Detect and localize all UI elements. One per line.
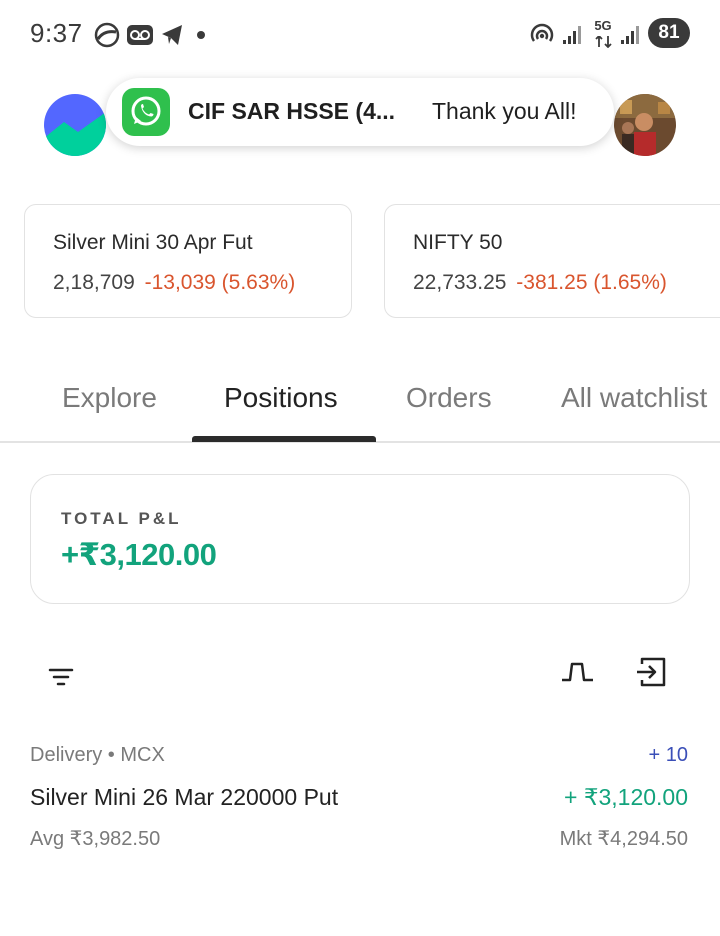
active-tab-indicator [192, 436, 376, 442]
total-pnl-card: TOTAL P&L +₹3,120.00 [30, 474, 690, 604]
avatar[interactable] [614, 94, 676, 156]
position-quantity: + 10 [648, 744, 688, 766]
position-instrument: Silver Mini 26 Mar 220000 Put [30, 784, 339, 810]
ticker-name: NIFTY 50 [413, 231, 503, 254]
position-market-price: Mkt ₹4,294.50 [559, 828, 688, 850]
notification-message: Thank you All! [432, 98, 577, 124]
ticker-card-silver[interactable]: Silver Mini 30 Apr Fut 2,18,709 -13,039 … [24, 204, 352, 318]
data-arrows-icon [595, 36, 612, 48]
ticker-price: 22,733.25 [413, 271, 507, 294]
hotspot-icon [530, 23, 554, 42]
voicemail-icon [127, 25, 153, 45]
whatsapp-notification[interactable]: CIF SAR HSSE (4... Thank you All! [106, 78, 614, 146]
ticker-price: 2,18,709 [53, 271, 135, 294]
tab-all-watchlist[interactable]: All watchlist [561, 382, 707, 414]
notification-title: CIF SAR HSSE (4... [188, 98, 396, 124]
network-type: 5G [594, 18, 612, 33]
dot-icon [197, 31, 205, 39]
status-bar: 9:37 5G 81 [0, 0, 720, 68]
ticker-name: Silver Mini 30 Apr Fut [53, 231, 253, 254]
position-avg-price: Avg ₹3,982.50 [30, 828, 161, 850]
signal-icon [621, 26, 639, 44]
ticker-card-nifty[interactable]: NIFTY 50 22,733.25 -381.25 (1.65%) [384, 204, 720, 318]
ticker-change: -13,039 (5.63%) [144, 271, 296, 294]
whatsapp-icon [122, 88, 170, 136]
filter-icon[interactable] [46, 664, 76, 690]
tab-orders[interactable]: Orders [406, 382, 492, 414]
signal-icon [563, 26, 581, 44]
ticker-change: -381.25 (1.65%) [516, 271, 667, 294]
status-time: 9:37 [30, 18, 83, 48]
telegram-icon [162, 25, 182, 45]
payoff-chart-icon[interactable] [560, 656, 596, 688]
exit-position-icon[interactable] [634, 654, 670, 690]
total-pnl-label: TOTAL P&L [61, 509, 182, 528]
position-meta: Delivery • MCX [30, 744, 165, 766]
total-pnl-value: +₹3,120.00 [61, 537, 217, 572]
tab-positions[interactable]: Positions [224, 382, 338, 414]
tab-explore[interactable]: Explore [62, 382, 157, 414]
battery-indicator: 81 [648, 18, 690, 48]
position-pnl: + ₹3,120.00 [564, 784, 688, 810]
cast-icon [94, 22, 120, 48]
app-logo[interactable] [44, 94, 106, 156]
